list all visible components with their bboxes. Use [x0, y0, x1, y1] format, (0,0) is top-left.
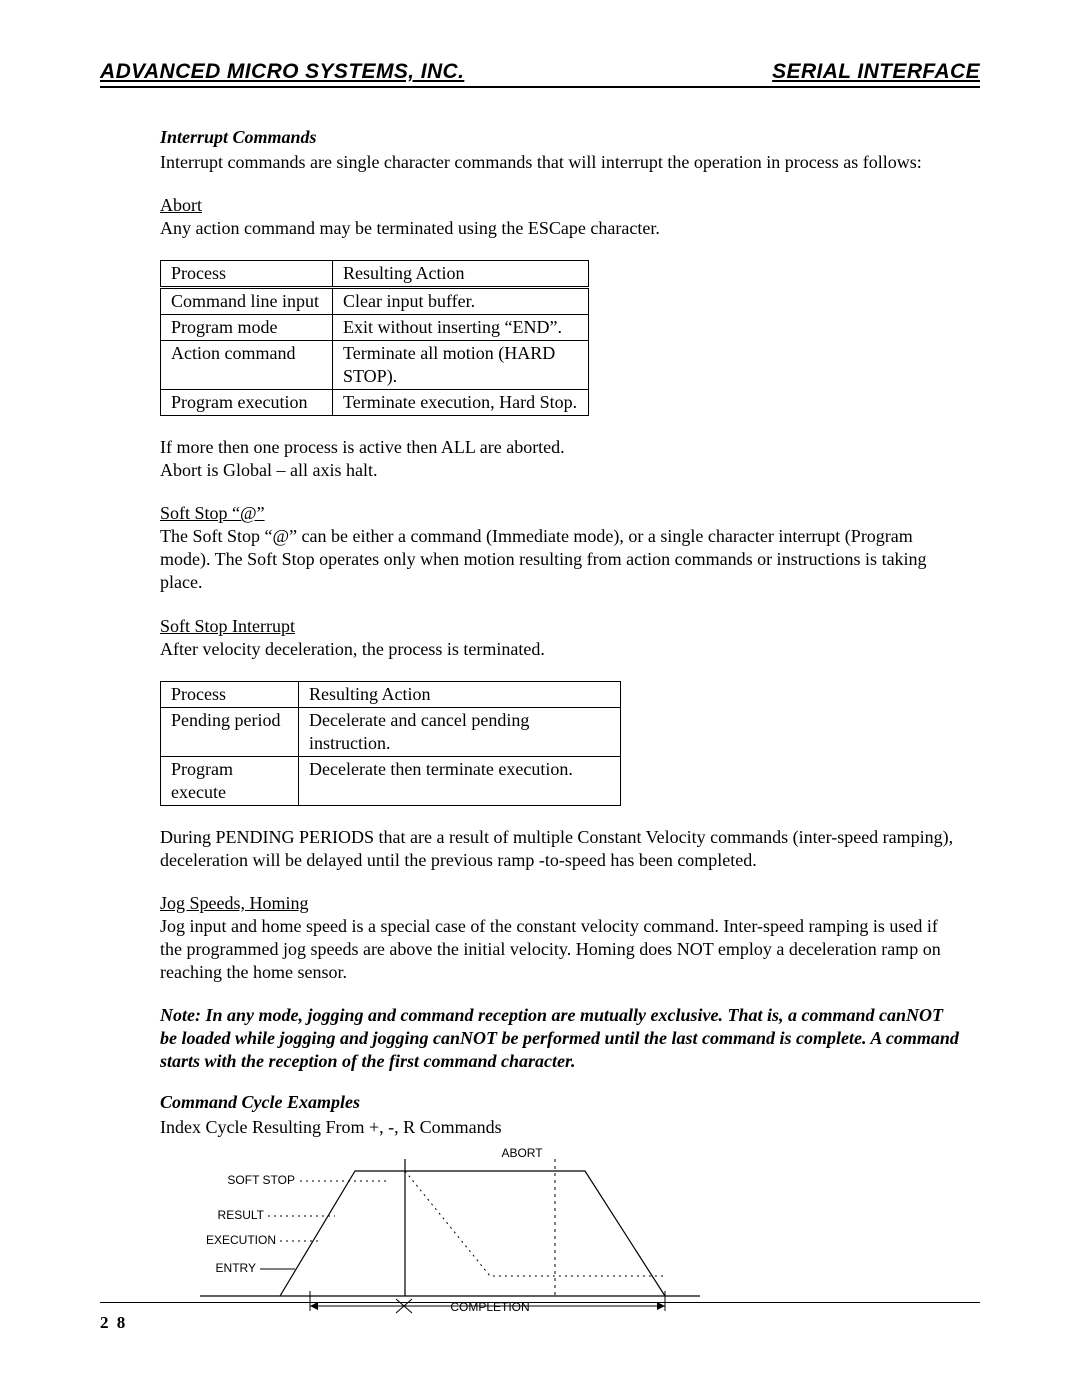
page-header: ADVANCED MICRO SYSTEMS, INC. SERIAL INTE…	[100, 60, 980, 88]
jog-heading: Jog Speeds, Homing	[160, 892, 960, 915]
section-interrupt-commands: Interrupt Commands	[160, 126, 960, 149]
content-body: Interrupt Commands Interrupt commands ar…	[160, 126, 960, 1327]
page-number: 2 8	[100, 1313, 127, 1333]
jog-text: Jog input and home speed is a special ca…	[160, 915, 960, 984]
page: ADVANCED MICRO SYSTEMS, INC. SERIAL INTE…	[0, 0, 1080, 1397]
pending-para: During PENDING PERIODS that are a result…	[160, 826, 960, 872]
after-table1-line2: Abort is Global – all axis halt.	[160, 459, 960, 482]
softstop-int-text: After velocity deceleration, the process…	[160, 638, 960, 661]
tbl2-head-process: Process	[161, 681, 299, 707]
abort-heading: Abort	[160, 194, 960, 217]
tbl2-head-action: Resulting Action	[299, 681, 621, 707]
diagram-svg: ABORT SOFT STOP RESULT EXECUTION ENTRY C…	[160, 1141, 720, 1321]
table-row: Action command Terminate all motion (HAR…	[161, 341, 589, 390]
table-row: Command line input Clear input buffer.	[161, 288, 589, 315]
cycle-caption: Index Cycle Resulting From +, -, R Comma…	[160, 1116, 960, 1139]
table-row: Program execute Decelerate then terminat…	[161, 756, 621, 805]
table-row: Program execution Terminate execution, H…	[161, 390, 589, 416]
label-result: RESULT	[218, 1208, 265, 1222]
softstop-heading: Soft Stop “@”	[160, 502, 960, 525]
label-execution: EXECUTION	[206, 1233, 276, 1247]
tbl1-head-process: Process	[161, 261, 333, 288]
footer-rule	[100, 1302, 980, 1303]
softstop-table: Process Resulting Action Pending period …	[160, 681, 621, 806]
label-abort: ABORT	[501, 1146, 543, 1160]
table-row: Pending period Decelerate and cancel pen…	[161, 707, 621, 756]
softstop-int-heading: Soft Stop Interrupt	[160, 615, 960, 638]
section-command-cycle: Command Cycle Examples	[160, 1091, 960, 1114]
header-title: SERIAL INTERFACE	[772, 60, 980, 84]
label-softstop: SOFT STOP	[227, 1173, 295, 1187]
table-row: Process Resulting Action	[161, 681, 621, 707]
header-company: ADVANCED MICRO SYSTEMS, INC.	[100, 60, 464, 84]
abort-table: Process Resulting Action Command line in…	[160, 260, 589, 416]
intro-para: Interrupt commands are single character …	[160, 151, 960, 174]
table-row: Program mode Exit without inserting “END…	[161, 315, 589, 341]
note-para: Note: In any mode, jogging and command r…	[160, 1004, 960, 1073]
softstop-text: The Soft Stop “@” can be either a comman…	[160, 525, 960, 594]
after-table1-line1: If more then one process is active then …	[160, 436, 960, 459]
label-entry: ENTRY	[216, 1261, 256, 1275]
tbl1-head-action: Resulting Action	[333, 261, 589, 288]
index-cycle-diagram: ABORT SOFT STOP RESULT EXECUTION ENTRY C…	[160, 1141, 960, 1327]
abort-text: Any action command may be terminated usi…	[160, 217, 960, 240]
